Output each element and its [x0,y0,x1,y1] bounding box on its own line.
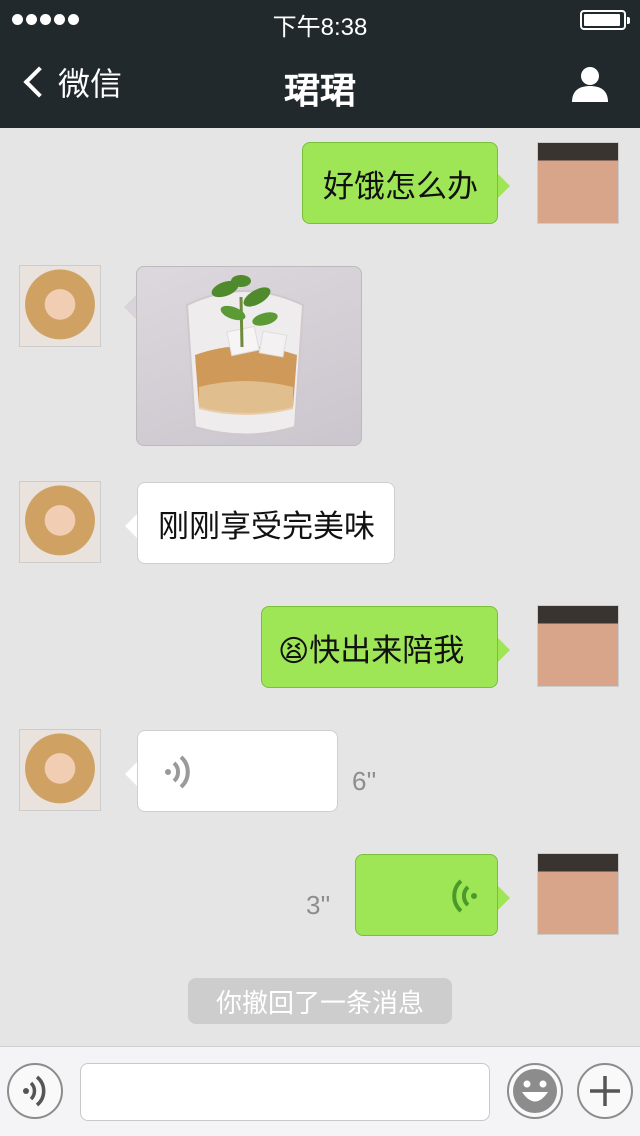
avatar-other[interactable] [19,265,101,347]
recall-notice: 你撤回了一条消息 [188,978,452,1024]
input-bar [0,1046,640,1136]
message-bubble-other[interactable]: 刚刚享受完美味 [125,482,395,564]
battery-level [584,14,620,26]
message-text: 刚刚享受完美味 [158,508,375,545]
avatar-self[interactable] [537,605,619,687]
page-title: 珺珺 [283,71,356,112]
voice-icon[interactable] [7,1063,63,1119]
message-text: 快出来陪我 [309,632,465,669]
voice-message-other[interactable] [125,730,338,812]
top-bar: 下午8:38 微信 珺珺 [0,0,640,128]
avatar-other[interactable] [19,729,101,811]
message-bubble-self[interactable]: 😫快出来陪我 [261,606,510,688]
tired-face-emoji: 😫 [278,633,310,669]
plus-icon[interactable] [577,1063,633,1119]
status-bar: 下午8:38 [0,0,640,41]
voice-wave-icon [165,755,190,789]
drink-photo[interactable] [136,266,362,446]
voice-wave-icon [452,879,477,913]
avatar-other[interactable] [19,481,101,563]
message-input[interactable] [80,1063,490,1121]
smiley-icon[interactable] [507,1063,563,1119]
message-bubble-self[interactable]: 好饿怎么办 [302,142,510,224]
avatar-self[interactable] [537,853,619,935]
battery-icon [580,10,630,30]
person-icon[interactable] [570,64,610,104]
avatar-self[interactable] [537,142,619,224]
voice-duration: 6'' [352,766,377,796]
status-time: 下午8:38 [272,14,368,41]
voice-message-self[interactable] [355,854,510,936]
voice-duration: 3'' [306,890,331,920]
message-text: 好饿怎么办 [323,168,478,205]
